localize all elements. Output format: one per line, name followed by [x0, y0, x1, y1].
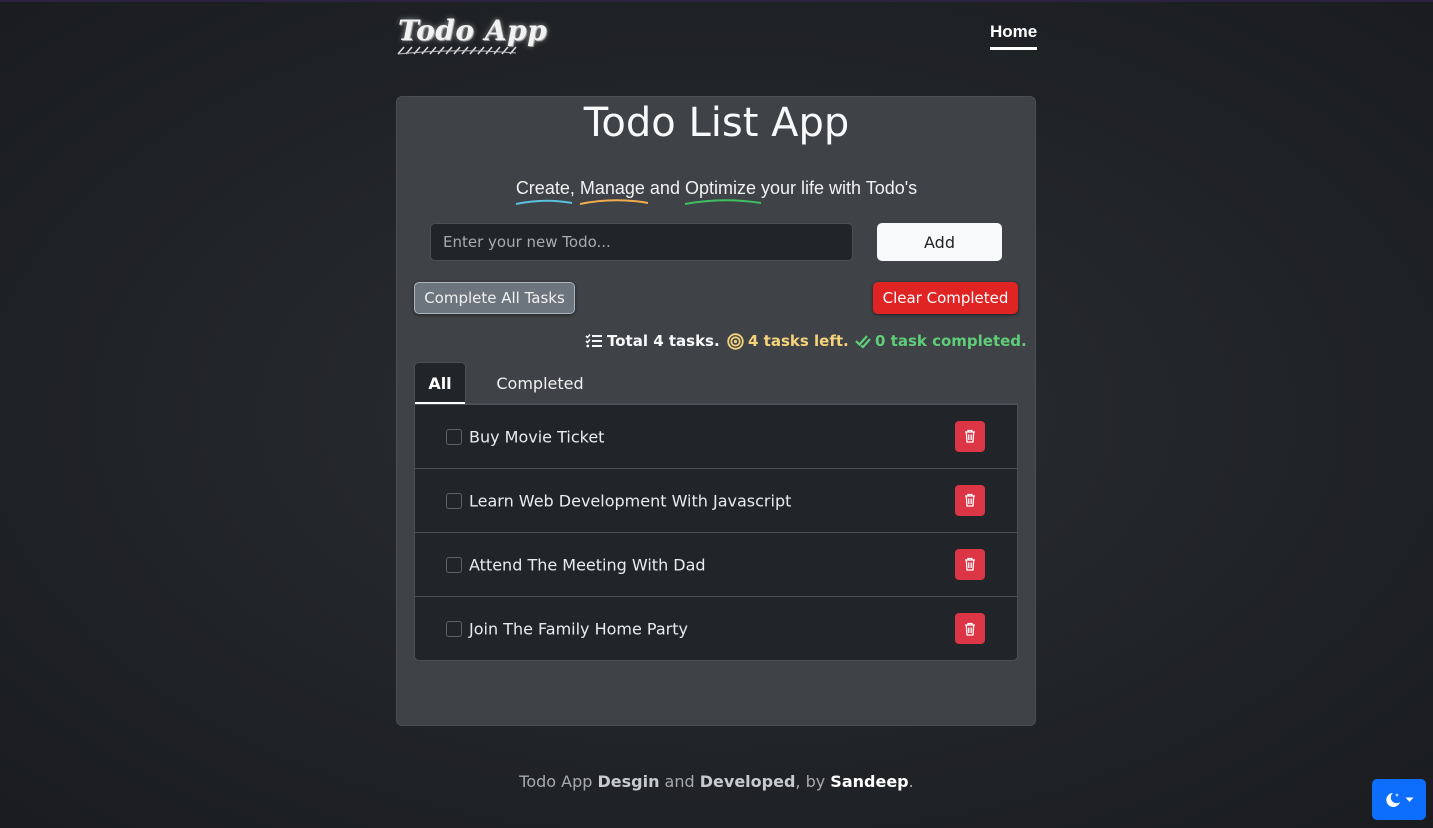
todo-checkbox[interactable]	[446, 492, 462, 509]
trash-icon	[965, 429, 975, 443]
nav-home-link[interactable]: Home	[990, 22, 1038, 50]
subtitle-rest: your life with Todo's	[755, 178, 918, 198]
subtitle-word-create: Create	[515, 178, 570, 198]
check-double-icon	[855, 335, 871, 349]
subtitle-word-optimize: Optimize	[684, 178, 756, 198]
subtitle-manage: Manage	[579, 178, 649, 205]
footer-design: Desgin	[597, 772, 660, 791]
top-border	[0, 0, 1433, 2]
todo-text: Attend The Meeting With Dad	[469, 555, 706, 574]
trash-icon	[965, 622, 975, 636]
stat-total: Total 4 tasks.	[585, 331, 720, 351]
logo-waves-icon	[397, 46, 517, 55]
delete-button[interactable]	[955, 548, 985, 580]
logo-text: Todo App	[398, 14, 548, 47]
underline-manage-icon	[579, 199, 649, 205]
todo-text: Join The Family Home Party	[469, 619, 688, 639]
subtitle-word-manage: Manage	[579, 178, 645, 198]
todo-text: Buy Movie Ticket	[469, 427, 605, 446]
footer-text-1: Todo App	[519, 772, 598, 791]
theme-toggle-button[interactable]	[1372, 779, 1426, 820]
todo-item: Join The Family Home Party	[415, 597, 1017, 661]
todo-checkbox[interactable]	[446, 621, 462, 637]
todo-item: Learn Web Development With Javascript	[415, 469, 1017, 533]
page-title: Todo List App	[583, 100, 850, 146]
moon-stars-icon	[1386, 792, 1400, 807]
add-button[interactable]: Add	[877, 223, 1002, 261]
todo-list: Buy Movie Ticket Learn Web Development W…	[414, 404, 1018, 661]
list-check-icon	[585, 333, 602, 348]
tab-all[interactable]: All	[414, 362, 466, 404]
stat-left: 4 tasks left.	[727, 331, 849, 351]
stat-left-text: 4 tasks left.	[748, 332, 849, 350]
footer-developed: Developed	[699, 772, 796, 791]
footer-author-link[interactable]: Sandeep	[830, 772, 908, 791]
caret-down-icon	[1405, 797, 1414, 802]
todo-text: Learn Web Development With Javascript	[469, 491, 792, 510]
logo[interactable]: Todo App	[396, 14, 547, 58]
subtitle-create: Create	[515, 178, 572, 205]
trash-icon	[965, 493, 975, 507]
footer: Todo App Desgin and Developed, by Sandee…	[0, 772, 1433, 791]
footer-text-4: .	[908, 772, 914, 791]
stat-total-text: Total 4 tasks.	[607, 332, 720, 350]
delete-button[interactable]	[955, 420, 985, 452]
bullseye-icon	[727, 332, 744, 350]
todo-checkbox[interactable]	[446, 556, 462, 573]
footer-text-2: and	[659, 772, 700, 791]
clear-completed-button[interactable]: Clear Completed	[873, 282, 1018, 314]
stat-completed-text: 0 task completed.	[875, 332, 1027, 350]
todo-item: Buy Movie Ticket	[415, 405, 1017, 469]
delete-button[interactable]	[955, 484, 985, 516]
underline-optimize-icon	[684, 199, 762, 205]
subtitle-sep-2: and	[644, 178, 685, 198]
complete-all-button[interactable]: Complete All Tasks	[414, 282, 575, 314]
stat-completed: 0 task completed.	[855, 331, 1027, 351]
new-todo-input[interactable]	[430, 223, 853, 261]
subtitle-sep-1: ,	[569, 178, 580, 198]
underline-create-icon	[515, 199, 572, 205]
trash-icon	[965, 557, 975, 571]
subtitle-optimize: Optimize	[684, 178, 762, 205]
todo-item: Attend The Meeting With Dad	[415, 533, 1017, 597]
footer-text-3: , by	[795, 772, 831, 791]
tab-completed[interactable]: Completed	[488, 362, 592, 404]
delete-button[interactable]	[955, 613, 985, 644]
todo-checkbox[interactable]	[446, 428, 462, 445]
subtitle: Create , Manage and Optimize your life w…	[0, 178, 1433, 205]
